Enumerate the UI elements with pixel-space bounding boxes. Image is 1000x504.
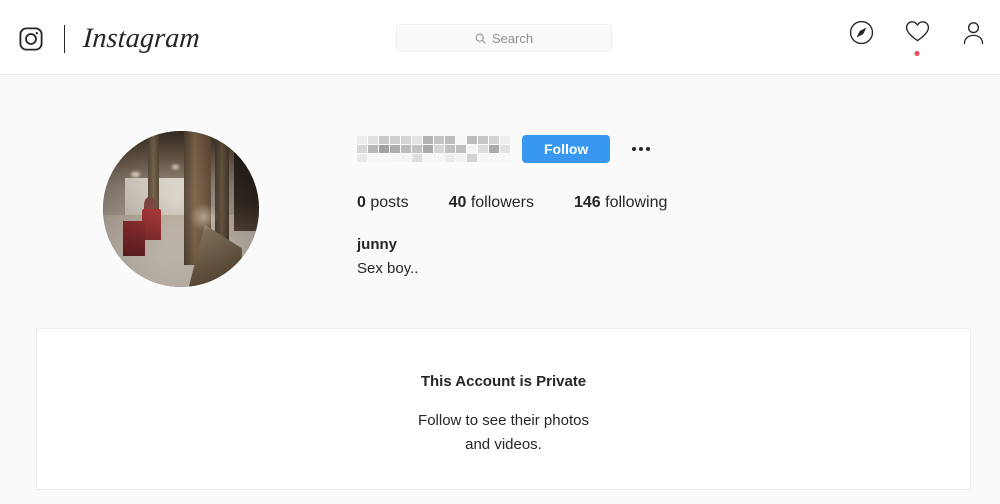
full-name: junny <box>357 236 397 253</box>
username-row: Follow <box>357 131 877 167</box>
redaction-block <box>423 154 433 162</box>
redaction-block <box>489 136 499 144</box>
redaction-block <box>401 136 411 144</box>
profile-bio: junny Sex boy.. <box>357 233 877 281</box>
redaction-block <box>379 136 389 144</box>
instagram-camera-icon[interactable] <box>18 26 44 52</box>
stat-following[interactable]: 146 following <box>574 194 667 212</box>
search-placeholder: Search <box>491 30 534 46</box>
private-account-card: This Account is Private Follow to see th… <box>36 328 971 490</box>
redaction-block <box>390 154 400 162</box>
redaction-block <box>412 154 422 162</box>
redaction-block <box>489 145 499 153</box>
redaction-block <box>368 145 378 153</box>
redaction-block <box>456 145 466 153</box>
private-account-subtitle: Follow to see their photos and videos. <box>418 412 589 453</box>
redaction-block <box>401 145 411 153</box>
profile-stats: 0 posts 40 followers 146 following <box>357 194 877 212</box>
search-inner: Search <box>475 32 533 45</box>
search-icon <box>475 33 486 44</box>
redaction-block <box>445 145 455 153</box>
redaction-block <box>434 145 444 153</box>
redaction-block <box>478 145 488 153</box>
brand-logo[interactable]: Instagram <box>18 22 201 56</box>
redaction-block <box>500 145 510 153</box>
redaction-block <box>434 154 444 162</box>
activity-button[interactable] <box>904 20 930 56</box>
activity-notification-dot <box>914 51 920 56</box>
explore-button[interactable] <box>848 20 874 50</box>
redaction-block <box>357 154 367 162</box>
redaction-block <box>478 154 488 162</box>
redaction-block <box>357 145 367 153</box>
brand-wordmark[interactable]: Instagram <box>82 23 201 54</box>
person-icon <box>961 20 986 45</box>
compass-icon <box>849 20 874 45</box>
redaction-block <box>456 154 466 162</box>
search-input[interactable]: Search <box>396 24 612 52</box>
heart-icon <box>905 20 930 43</box>
following-label: following <box>600 194 668 211</box>
redaction-block <box>500 154 510 162</box>
stat-followers[interactable]: 40 followers <box>449 194 534 212</box>
posts-count: 0 <box>357 194 366 211</box>
redaction-block <box>445 136 455 144</box>
site-header: Instagram Search <box>0 0 1000 75</box>
redaction-block <box>368 154 378 162</box>
username-redacted <box>357 136 510 162</box>
options-dot <box>639 147 644 151</box>
redaction-block <box>412 136 422 144</box>
photo-layer-tint <box>103 131 259 287</box>
redaction-block <box>467 145 477 153</box>
options-dot <box>646 147 651 151</box>
redaction-block <box>478 136 488 144</box>
redaction-block <box>412 145 422 153</box>
redaction-block <box>445 154 455 162</box>
brand-divider <box>64 25 65 53</box>
redaction-row <box>357 154 510 162</box>
following-count: 146 <box>573 194 601 211</box>
redaction-block <box>467 154 477 162</box>
redaction-block <box>379 154 389 162</box>
redaction-block <box>357 136 367 144</box>
redaction-block <box>456 136 466 144</box>
followers-count: 40 <box>448 194 467 211</box>
redaction-row <box>357 145 510 153</box>
avatar-image <box>103 131 259 287</box>
more-options-button[interactable] <box>628 143 654 155</box>
redaction-block <box>423 145 433 153</box>
profile-button[interactable] <box>960 20 986 50</box>
redaction-block <box>390 145 400 153</box>
options-dot <box>632 147 637 151</box>
redaction-block <box>379 145 389 153</box>
redaction-block <box>401 154 411 162</box>
private-account-title: This Account is Private <box>420 373 587 390</box>
header-nav-icons <box>848 20 986 56</box>
follow-button[interactable]: Follow <box>522 135 611 163</box>
redaction-row <box>357 136 510 144</box>
avatar[interactable] <box>103 131 259 287</box>
stat-posts: 0 posts <box>357 194 409 212</box>
redaction-block <box>423 136 433 144</box>
redaction-block <box>434 136 444 144</box>
redaction-block <box>489 154 499 162</box>
bio-text: Sex boy.. <box>357 260 419 277</box>
redaction-block <box>467 136 477 144</box>
posts-label: posts <box>365 194 409 211</box>
profile-info: Follow 0 posts 40 followers 146 followin… <box>357 131 877 281</box>
redaction-block <box>368 136 378 144</box>
followers-label: followers <box>466 194 534 211</box>
redaction-block <box>390 136 400 144</box>
redaction-block <box>500 136 510 144</box>
